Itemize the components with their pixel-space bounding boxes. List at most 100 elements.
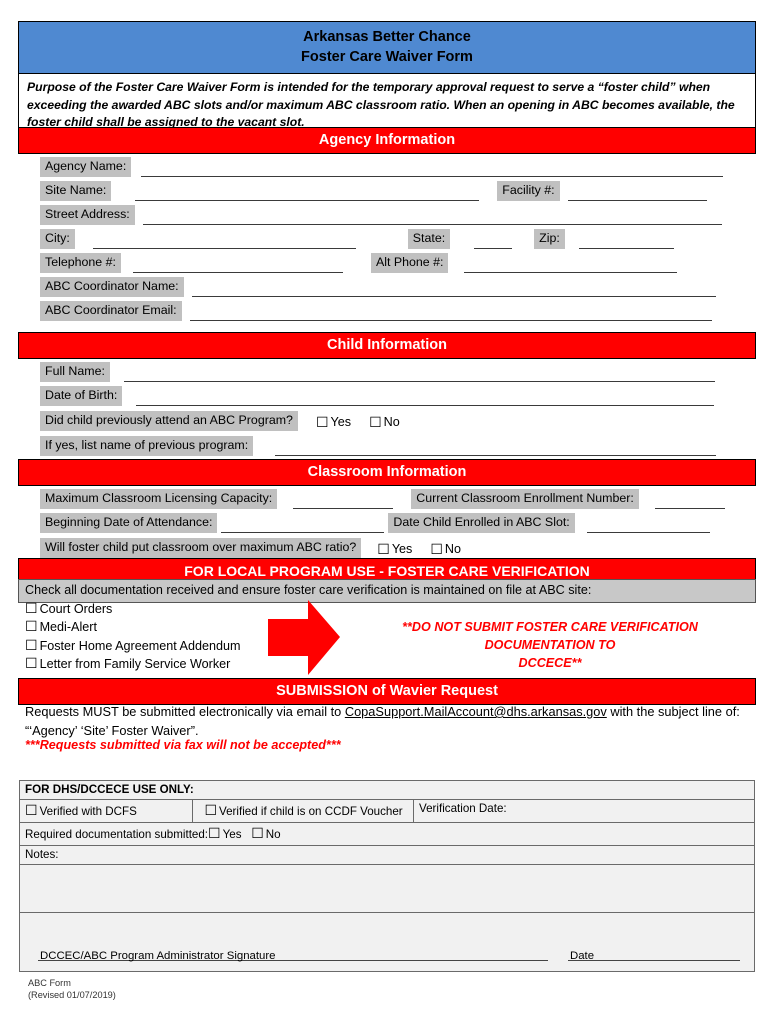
label-facility-no: Facility #: — [497, 181, 560, 201]
label-state: State: — [407, 229, 451, 249]
date-caption: Date — [570, 950, 595, 962]
cell-verified-dcfs[interactable]: ☐ Verified with DCFS — [19, 799, 193, 823]
checklist-item-medi-alert[interactable]: ☐ Medi-Alert — [25, 618, 97, 636]
checkbox-ratio-no[interactable]: ☐ — [430, 541, 445, 558]
field-row-ratio-question: Will foster child put classroom over max… — [40, 536, 461, 558]
label-verified-ccdf: Verified if child is on CCDF Voucher — [219, 805, 403, 818]
input-state[interactable] — [474, 231, 513, 249]
form-title-line2: Foster Care Waiver Form — [301, 49, 473, 65]
label-verification-date: Verification Date: — [419, 802, 507, 815]
field-row-full-name: Full Name: — [40, 360, 715, 382]
checkbox-medi-alert[interactable]: ☐ — [25, 618, 40, 635]
label-site-name: Site Name: — [40, 181, 112, 201]
checkbox-required-docs-no[interactable]: ☐ — [251, 825, 266, 842]
cell-required-docs: Required documentation submitted:☐ Yes ☐ N… — [19, 822, 755, 846]
checklist-item-foster-home-agreement[interactable]: ☐ Foster Home Agreement Addendum — [25, 637, 240, 655]
label-max-capacity: Maximum Classroom Licensing Capacity: — [40, 489, 278, 509]
label-full-name: Full Name: — [40, 362, 110, 382]
checkbox-ratio-yes[interactable]: ☐ — [377, 541, 392, 558]
label-alt-phone: Alt Phone #: — [370, 253, 449, 273]
label-begin-date: Beginning Date of Attendance: — [40, 513, 218, 533]
warning-line2: DCCECE** — [518, 656, 582, 670]
input-street-address[interactable] — [142, 207, 722, 225]
local-use-instruction: Check all documentation received and ens… — [18, 579, 756, 603]
cell-verified-ccdf[interactable]: ☐ Verified if child is on CCDF Voucher — [192, 799, 414, 823]
input-date-enrolled[interactable] — [586, 515, 710, 533]
checkbox-prev-attend-yes[interactable]: ☐ — [316, 414, 331, 431]
footer-revision-date: (Revised 01/07/2019) — [28, 989, 116, 1000]
checklist-item-court-orders[interactable]: ☐ Court Orders — [25, 600, 112, 618]
input-full-name[interactable] — [123, 364, 715, 382]
label-ratio-no: No — [444, 542, 462, 556]
form-header-frame: Arkansas Better Chance Foster Care Waive… — [18, 21, 756, 139]
checkbox-verified-dcfs[interactable]: ☐ — [25, 802, 40, 819]
checkbox-verified-ccdf[interactable]: ☐ — [204, 802, 219, 819]
label-required-docs: Required documentation submitted: — [25, 828, 209, 841]
input-facility-no[interactable] — [567, 183, 707, 201]
signature-caption: DCCEC/ABC Program Administrator Signatur… — [40, 950, 276, 962]
label-city: City: — [40, 229, 75, 249]
checkbox-family-service-letter[interactable]: ☐ — [25, 655, 40, 672]
table-row-notes-area[interactable] — [19, 864, 755, 913]
label-required-docs-yes: Yes — [222, 828, 242, 841]
checkbox-prev-attend-no[interactable]: ☐ — [369, 414, 384, 431]
cell-notes-label: Notes: — [19, 845, 755, 865]
submission-text-before-email: Requests MUST be submitted electronicall… — [25, 704, 345, 719]
submission-email-link[interactable]: CopaSupport.MailAccount@dhs.arkansas.gov — [345, 704, 607, 719]
label-telephone: Telephone #: — [40, 253, 121, 273]
input-begin-date[interactable] — [221, 515, 385, 533]
checklist-item-family-service-letter[interactable]: ☐ Letter from Family Service Worker — [25, 655, 230, 673]
label-agency-name: Agency Name: — [40, 157, 132, 177]
dhs-table-header: FOR DHS/DCCECE USE ONLY: — [19, 780, 755, 800]
input-site-name[interactable] — [135, 183, 480, 201]
label-date-of-birth: Date of Birth: — [40, 386, 123, 406]
table-row-verification: ☐ Verified with DCFS ☐ Verified if child i… — [19, 799, 755, 823]
label-prev-attend-no: No — [383, 415, 400, 429]
input-alt-phone[interactable] — [464, 255, 678, 273]
cell-verification-date[interactable]: Verification Date: — [413, 799, 755, 823]
field-row-coordinator-email: ABC Coordinator Email: — [40, 299, 712, 321]
table-row-signature: DCCEC/ABC Program Administrator Signatur… — [19, 912, 755, 972]
cell-signature-block: DCCEC/ABC Program Administrator Signatur… — [19, 912, 755, 972]
label-prev-attend-yes: Yes — [330, 415, 352, 429]
do-not-submit-warning: **DO NOT SUBMIT FOSTER CARE VERIFICATION… — [355, 618, 745, 672]
input-zip[interactable] — [578, 231, 674, 249]
label-court-orders: Court Orders — [39, 602, 113, 616]
field-row-capacity: Maximum Classroom Licensing Capacity: Cu… — [40, 487, 725, 509]
input-coordinator-email[interactable] — [189, 303, 712, 321]
input-current-enrollment[interactable] — [654, 491, 725, 509]
form-page: Arkansas Better Chance Foster Care Waive… — [0, 0, 770, 1024]
label-street-address: Street Address: — [40, 205, 135, 225]
label-verified-dcfs: Verified with DCFS — [39, 805, 137, 818]
label-date-enrolled: Date Child Enrolled in ABC Slot: — [388, 513, 575, 533]
table-row-header: FOR DHS/DCCECE USE ONLY: — [19, 780, 755, 800]
input-coordinator-name[interactable] — [191, 279, 716, 297]
section-header-child: Child Information — [18, 332, 756, 359]
label-coordinator-name: ABC Coordinator Name: — [40, 277, 184, 297]
input-date-of-birth[interactable] — [136, 388, 715, 406]
label-ratio-question: Will foster child put classroom over max… — [40, 538, 362, 558]
field-row-dates: Beginning Date of Attendance: Date Child… — [40, 511, 710, 533]
input-city[interactable] — [92, 231, 356, 249]
label-medi-alert: Medi-Alert — [39, 620, 97, 634]
field-row-prev-attend: Did child previously attend an ABC Progr… — [40, 409, 400, 431]
dhs-use-only-table: FOR DHS/DCCECE USE ONLY: ☐ Verified with … — [19, 780, 755, 972]
fax-not-accepted-note: ***Requests submitted via fax will not b… — [25, 738, 341, 752]
field-row-dob: Date of Birth: — [40, 384, 715, 406]
label-required-docs-no: No — [265, 828, 281, 841]
section-header-classroom: Classroom Information — [18, 459, 756, 486]
checkbox-required-docs-yes[interactable]: ☐ — [208, 825, 223, 842]
warning-line1: **DO NOT SUBMIT FOSTER CARE VERIFICATION… — [402, 620, 698, 652]
input-max-capacity[interactable] — [293, 491, 394, 509]
field-row-phones: Telephone #: Alt Phone #: — [40, 251, 678, 273]
notes-textarea[interactable] — [19, 864, 755, 913]
footer-form-name: ABC Form — [28, 978, 71, 988]
checkbox-foster-home-agreement[interactable]: ☐ — [25, 637, 40, 654]
checkbox-court-orders[interactable]: ☐ — [25, 600, 40, 617]
label-prev-attend-question: Did child previously attend an ABC Progr… — [40, 411, 298, 431]
input-prev-program[interactable] — [275, 438, 717, 456]
input-telephone[interactable] — [132, 255, 343, 273]
input-agency-name[interactable] — [141, 159, 724, 177]
field-row-prev-program: If yes, list name of previous program: — [40, 434, 717, 456]
title-banner: Arkansas Better Chance Foster Care Waive… — [19, 22, 755, 74]
